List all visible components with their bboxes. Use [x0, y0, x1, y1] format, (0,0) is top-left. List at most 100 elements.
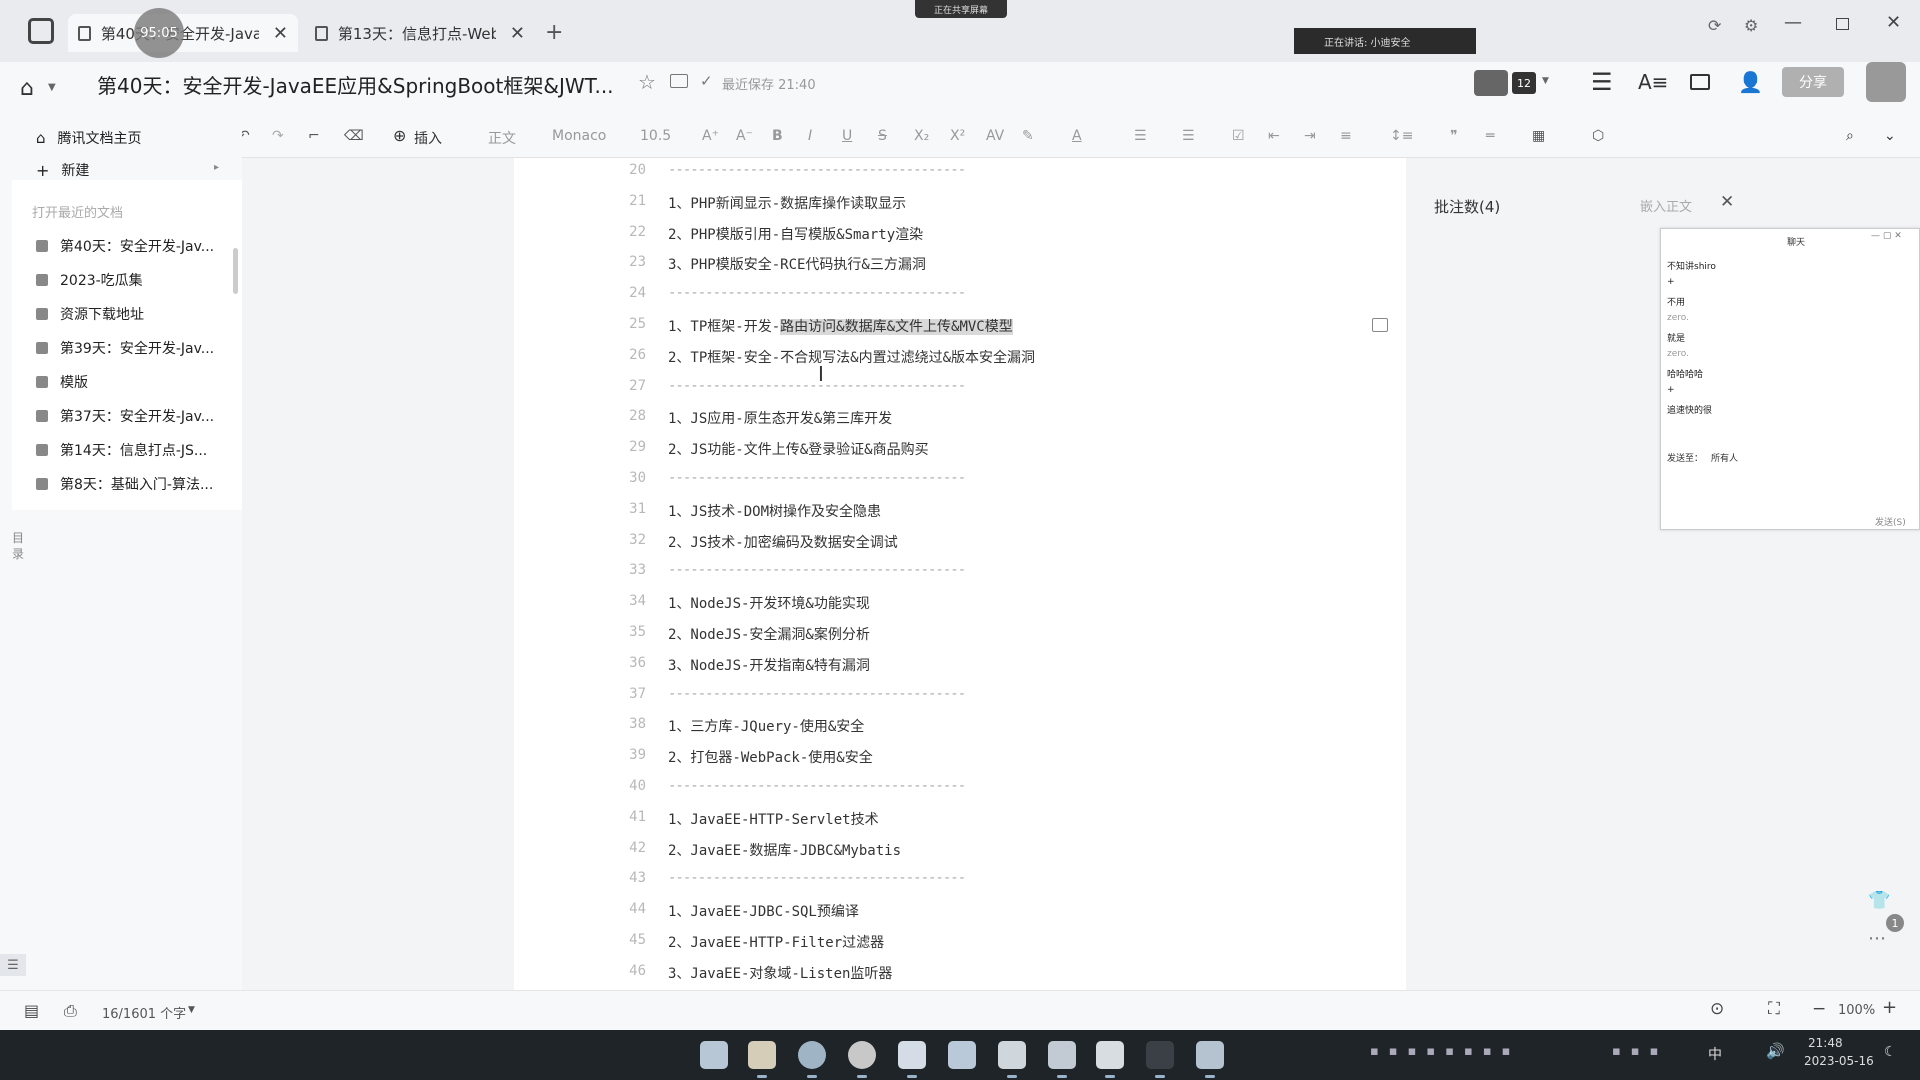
minimize-icon[interactable]: — — [1784, 12, 1802, 33]
text-line[interactable]: 2、JavaEE-HTTP-Filter过滤器 — [668, 932, 884, 952]
recent-doc-item[interactable]: 资源下载地址 — [36, 304, 144, 324]
toc-label[interactable]: 目录 — [12, 530, 26, 562]
system-tray-icons[interactable]: ▪▪▪▪▪▪▪▪ — [1370, 1044, 1560, 1064]
print-layout-icon[interactable]: ⎙ — [64, 1001, 77, 1021]
tencent-docs-icon[interactable] — [898, 1041, 926, 1078]
chevron-right-icon[interactable]: ▸ — [214, 162, 219, 173]
more-insert-icon[interactable]: ⬡ — [1592, 128, 1604, 144]
recent-doc-item[interactable]: 第14天：信息打点-JS... — [36, 440, 207, 460]
strikethrough-icon[interactable]: S — [878, 128, 887, 144]
recent-doc-item[interactable]: 2023-吃瓜集 — [36, 270, 143, 290]
edge-browser-icon[interactable] — [798, 1041, 826, 1078]
new-tab-icon[interactable]: + — [545, 20, 563, 45]
recent-doc-item[interactable]: 第39天：安全开发-Jav... — [36, 338, 214, 358]
chrome-icon[interactable] — [848, 1041, 876, 1078]
chevron-down-icon[interactable]: ▼ — [188, 1005, 195, 1015]
send-to-select[interactable]: 所有人 — [1711, 451, 1738, 464]
text-line[interactable]: 2、PHP模版引用-自写模版&Smarty渲染 — [668, 224, 923, 244]
text-line[interactable]: 2、JS功能-文件上传&登录验证&商品购买 — [668, 439, 929, 459]
bullet-list-icon[interactable]: ☰ — [1134, 128, 1147, 144]
close-comments-icon[interactable]: ✕ — [1720, 192, 1734, 212]
participants-count[interactable]: 12 — [1512, 72, 1536, 94]
clock-time[interactable]: 21:48 — [1808, 1036, 1843, 1050]
more-icon[interactable]: ⋯ — [1868, 928, 1886, 949]
separator-line[interactable]: ---------------------------------------- — [668, 778, 966, 794]
start-menu-icon[interactable] — [700, 1041, 728, 1069]
eraser-icon[interactable]: ⌫ — [344, 128, 364, 144]
sidebar-new[interactable]: + 新建 — [36, 160, 89, 180]
insert-plus-icon[interactable]: ⊕ — [393, 126, 406, 145]
text-line[interactable]: 3、PHP模版安全-RCE代码执行&三方漏洞 — [668, 254, 926, 274]
folder-icon[interactable] — [670, 74, 688, 88]
redo-icon[interactable]: ↷ — [272, 128, 284, 144]
photos-icon[interactable] — [948, 1041, 976, 1069]
quote-icon[interactable]: ❞ — [1450, 128, 1458, 144]
text-line[interactable]: 3、NodeJS-开发指南&特有漏洞 — [668, 655, 870, 675]
font-select[interactable]: Monaco — [552, 128, 606, 144]
subscript-icon[interactable]: X₂ — [914, 128, 929, 144]
divider-icon[interactable]: ═ — [1486, 128, 1494, 144]
text-line[interactable]: 1、JavaEE-HTTP-Servlet技术 — [668, 809, 879, 829]
outline-toggle-icon[interactable]: ☰ — [0, 954, 26, 976]
text-line[interactable]: 2、TP框架-安全-不合规写法&内置过滤绕过&版本安全漏洞 — [668, 347, 1035, 367]
input-language[interactable]: 中 — [1708, 1044, 1722, 1064]
search-icon[interactable]: ⌕ — [1846, 128, 1854, 144]
align-icon[interactable]: ≡ — [1340, 128, 1352, 144]
highlight-icon[interactable]: ✎ — [1022, 128, 1034, 144]
superscript-icon[interactable]: X² — [950, 128, 965, 144]
insert-button[interactable]: 插入 — [414, 128, 442, 148]
text-line[interactable]: 1、TP框架-开发-路由访问&数据库&文件上传&MVC模型 — [668, 316, 1013, 336]
text-line[interactable]: 1、JS技术-DOM树操作及安全隐患 — [668, 501, 881, 521]
separator-line[interactable]: ---------------------------------------- — [668, 378, 966, 394]
tray-network-icons[interactable]: ▪▪▪ — [1612, 1044, 1712, 1064]
share-button[interactable]: 分享 — [1782, 67, 1844, 97]
chevron-down-icon[interactable]: ⌄ — [1884, 128, 1896, 144]
present-icon[interactable] — [1690, 74, 1710, 90]
app-icon[interactable] — [1096, 1041, 1124, 1078]
add-comment-icon[interactable] — [1372, 318, 1388, 332]
user-avatar[interactable] — [1866, 62, 1906, 102]
line-spacing-icon[interactable]: ↕≡ — [1390, 128, 1413, 144]
volume-icon[interactable]: 🔊 — [1766, 1042, 1785, 1060]
avatar[interactable] — [1474, 70, 1508, 96]
font-color-icon[interactable]: A — [1072, 128, 1082, 144]
recent-scrollbar[interactable] — [233, 248, 238, 294]
italic-icon[interactable]: I — [808, 128, 812, 144]
separator-line[interactable]: ---------------------------------------- — [668, 285, 966, 301]
notification-icon[interactable]: ☾ — [1884, 1044, 1897, 1060]
page-view-icon[interactable]: ▤ — [24, 1001, 39, 1020]
text-format-icon[interactable]: A≡ — [1638, 70, 1668, 94]
settings-icon[interactable]: ⚙ — [1744, 16, 1758, 35]
bold-icon[interactable]: B — [772, 128, 783, 144]
checklist-icon[interactable]: ☑ — [1232, 128, 1245, 144]
zoom-out-icon[interactable]: − — [1812, 999, 1826, 1019]
fullscreen-icon[interactable]: ⛶ — [1768, 999, 1780, 1019]
sidebar-home[interactable]: ⌂ 腾讯文档主页 — [36, 128, 142, 148]
separator-line[interactable]: ---------------------------------------- — [668, 870, 966, 886]
text-line[interactable]: 1、JS应用-原生态开发&第三库开发 — [668, 408, 892, 428]
selected-text[interactable]: 路由访问&数据库&文件上传&MVC模型 — [780, 319, 1013, 335]
app-icon[interactable] — [1196, 1041, 1224, 1078]
font-decrease-icon[interactable]: A⁻ — [736, 128, 753, 144]
clock-date[interactable]: 2023-05-16 — [1804, 1054, 1874, 1068]
close-tab-icon[interactable]: ✕ — [510, 23, 525, 44]
separator-line[interactable]: ---------------------------------------- — [668, 562, 966, 578]
paragraph-style-select[interactable]: 正文 — [488, 128, 516, 148]
file-explorer-icon[interactable] — [748, 1041, 776, 1078]
recent-doc-item[interactable]: 第40天：安全开发-Jav... — [36, 236, 214, 256]
zoom-in-icon[interactable]: + — [1882, 997, 1897, 1018]
text-line[interactable]: 1、三方库-JQuery-使用&安全 — [668, 716, 864, 736]
star-icon[interactable]: ☆ — [638, 70, 656, 94]
underline-icon[interactable]: U — [842, 128, 852, 144]
font-size-select[interactable]: 10.5 — [640, 128, 671, 144]
chat-input[interactable] — [1665, 467, 1915, 511]
format-painter-icon[interactable]: ⌐ — [308, 128, 320, 144]
recent-doc-item[interactable]: 模版 — [36, 372, 88, 392]
indent-right-icon[interactable]: ⇥ — [1304, 128, 1316, 144]
app-icon[interactable] — [998, 1041, 1026, 1078]
play-icon[interactable]: ⊙ — [1710, 999, 1724, 1019]
chat-window-controls[interactable]: — ▢ ✕ — [1871, 231, 1902, 241]
separator-line[interactable]: ---------------------------------------- — [668, 162, 966, 178]
numbered-list-icon[interactable]: ☰ — [1182, 128, 1195, 144]
close-tab-icon[interactable]: ✕ — [273, 23, 288, 44]
